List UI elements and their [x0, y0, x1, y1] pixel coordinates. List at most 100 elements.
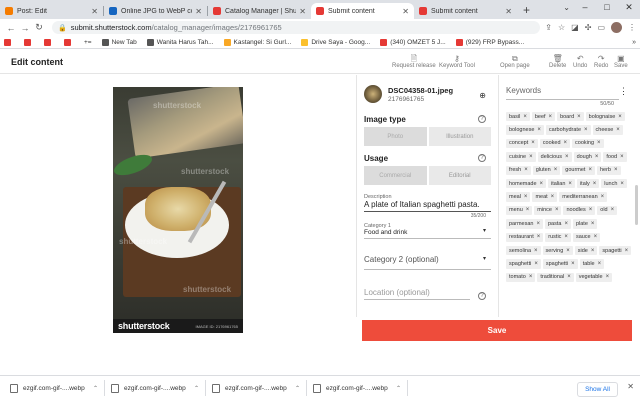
delete-button[interactable]: 🗑 Delete [549, 54, 566, 69]
keyword-chip[interactable]: fresh × [506, 165, 531, 175]
chevron-up-icon[interactable]: ⌃ [396, 385, 401, 392]
keyword-chip[interactable]: rustic × [545, 232, 571, 242]
remove-keyword-icon[interactable]: × [534, 248, 538, 254]
remove-keyword-icon[interactable]: × [564, 221, 568, 227]
keyword-chip[interactable]: mediterranean × [559, 192, 608, 202]
image-type-illustration[interactable]: Illustration [428, 127, 491, 146]
close-tab-icon[interactable]: ✕ [91, 7, 98, 16]
keyword-chip[interactable]: carbohydrate × [545, 125, 591, 135]
show-all-button[interactable]: Show All [577, 382, 618, 397]
remove-keyword-icon[interactable]: × [551, 194, 555, 200]
browser-tab[interactable]: Catalog Manager | Shutterstock ✕ [208, 3, 311, 19]
undo-button[interactable]: ↶ Undo [573, 54, 587, 69]
help-icon[interactable]: ? [478, 292, 486, 300]
dropdown-arrow-icon[interactable]: ▾ [483, 227, 486, 234]
keyword-chip[interactable]: dough × [573, 152, 602, 162]
remove-keyword-icon[interactable]: × [537, 127, 541, 133]
keyword-chip[interactable]: board × [557, 112, 584, 122]
remove-keyword-icon[interactable]: × [620, 181, 624, 187]
download-item[interactable]: ezgif.com-gif-....webp ⌃ [206, 380, 307, 396]
keyword-chip[interactable]: concept × [506, 138, 538, 149]
chevron-up-icon[interactable]: ⌃ [194, 385, 199, 392]
keyword-chip[interactable]: herb × [596, 165, 621, 175]
back-arrow-icon[interactable]: ← [4, 23, 18, 33]
keyword-chip[interactable]: pasta × [544, 219, 571, 229]
remove-keyword-icon[interactable]: × [597, 140, 601, 146]
keyword-chip[interactable]: spagetti × [599, 245, 632, 256]
keyword-chip[interactable]: italian × [548, 178, 575, 189]
remove-keyword-icon[interactable]: × [614, 167, 618, 173]
remove-keyword-icon[interactable]: × [536, 221, 540, 227]
keyword-chip[interactable]: cuisine × [506, 152, 536, 162]
address-bar[interactable]: 🔒 submit.shutterstock.com /catalog_manag… [52, 21, 540, 34]
request-release-button[interactable]: 🗎 Request release [392, 54, 436, 69]
usage-editorial[interactable]: Editorial [428, 166, 491, 185]
download-item[interactable]: ezgif.com-gif-....webp ⌃ [4, 380, 105, 396]
close-tab-icon[interactable]: ✕ [299, 7, 306, 16]
remove-keyword-icon[interactable]: × [591, 248, 595, 254]
bookmarks-overflow-icon[interactable]: » [632, 39, 636, 46]
star-icon[interactable]: ☆ [558, 23, 565, 32]
remove-keyword-icon[interactable]: × [588, 167, 592, 173]
close-shelf-icon[interactable]: ✕ [627, 382, 634, 391]
close-tab-icon[interactable]: ✕ [505, 7, 512, 16]
description-field[interactable]: A plate of Italian spaghetti pasta. [364, 200, 480, 209]
bookmark-item[interactable] [44, 38, 54, 46]
keyword-chip[interactable]: sauce × [572, 232, 601, 242]
remove-keyword-icon[interactable]: × [567, 274, 571, 280]
menu-dots-icon[interactable]: ⋮ [628, 23, 636, 32]
bookmark-item[interactable]: Wanita Harus Tah... [146, 38, 214, 46]
remove-keyword-icon[interactable]: × [618, 114, 622, 120]
keyword-chip[interactable]: semolina × [506, 245, 541, 256]
lock-icon[interactable]: 🔒 [58, 24, 67, 32]
remove-keyword-icon[interactable]: × [625, 248, 629, 254]
minimize-icon[interactable]: – [574, 2, 596, 12]
reload-icon[interactable]: ↻ [32, 22, 46, 33]
remove-keyword-icon[interactable]: × [549, 114, 553, 120]
browser-tab[interactable]: Post: Edit ✕ [0, 3, 103, 19]
remove-keyword-icon[interactable]: × [523, 114, 527, 120]
keyword-chip[interactable]: gluten × [532, 165, 561, 175]
help-icon[interactable]: ? [478, 154, 486, 162]
more-options-icon[interactable]: ⋮ [619, 86, 628, 97]
bookmark-item[interactable]: += [84, 39, 92, 46]
remove-keyword-icon[interactable]: × [571, 261, 575, 267]
remove-keyword-icon[interactable]: × [524, 167, 528, 173]
close-tab-icon[interactable]: ✕ [195, 7, 202, 16]
keyword-chip[interactable]: plate × [572, 219, 598, 229]
tab-search-chevron-icon[interactable]: ⌄ [563, 3, 570, 12]
remove-keyword-icon[interactable]: × [601, 194, 605, 200]
sidebar-icon[interactable]: ▭ [597, 23, 605, 32]
keyword-chip[interactable]: menu × [506, 205, 533, 216]
keyword-chip[interactable]: old × [597, 205, 618, 216]
keyword-chip[interactable]: homemade × [506, 178, 547, 189]
remove-keyword-icon[interactable]: × [620, 154, 624, 160]
bookmark-item[interactable] [4, 38, 14, 46]
forward-arrow-icon[interactable]: → [18, 23, 32, 33]
puzzle-icon[interactable]: ✣ [585, 23, 592, 32]
close-tab-icon[interactable]: ✕ [402, 7, 409, 16]
remove-keyword-icon[interactable]: × [606, 274, 610, 280]
keyword-chip[interactable]: mince × [534, 205, 562, 216]
keyword-chip[interactable]: noodles × [563, 205, 596, 216]
category1-select[interactable]: Food and drink [364, 229, 407, 236]
chevron-up-icon[interactable]: ⌃ [93, 385, 98, 392]
image-preview[interactable]: shutterstock shutterstock shutterstock s… [113, 87, 243, 333]
keyword-chip[interactable]: restaurant × [506, 232, 544, 242]
save-button[interactable]: Save [362, 320, 632, 341]
open-page-button[interactable]: ⧉ Open page [500, 54, 530, 69]
bookmark-item[interactable] [24, 38, 34, 46]
keyword-tool-button[interactable]: ⚷ Keyword Tool [439, 54, 475, 69]
profile-avatar[interactable] [611, 22, 622, 33]
remove-keyword-icon[interactable]: × [529, 154, 533, 160]
extension-icon[interactable]: ◪ [571, 23, 579, 32]
remove-keyword-icon[interactable]: × [594, 234, 598, 240]
remove-keyword-icon[interactable]: × [566, 248, 570, 254]
bookmark-item[interactable]: Kastangel: Si Gurl... [223, 38, 291, 46]
keywords-scrollbar[interactable] [635, 185, 638, 225]
keyword-chip[interactable]: spaghetti × [542, 259, 578, 269]
keyword-chip[interactable]: bolognaise × [585, 112, 625, 122]
remove-keyword-icon[interactable]: × [584, 127, 588, 133]
remove-keyword-icon[interactable]: × [529, 274, 533, 280]
keyword-chip[interactable]: food × [603, 152, 627, 162]
